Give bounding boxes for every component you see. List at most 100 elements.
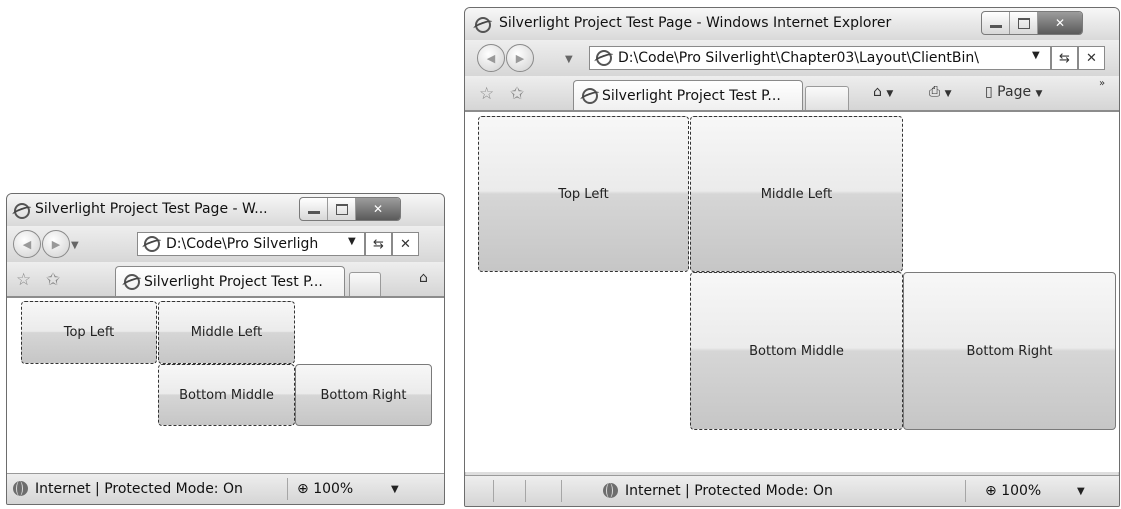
status-separator — [287, 478, 288, 500]
address-dropdown[interactable]: ▼ — [348, 236, 356, 247]
status-bar: Internet | Protected Mode: On ⊕ 100% ▼ — [465, 475, 1119, 506]
grid-cell-bottom-right[interactable]: Bottom Right — [903, 272, 1116, 430]
status-separator — [525, 480, 526, 502]
grid-cell-top-left[interactable]: Top Left — [21, 301, 157, 364]
tab-current[interactable]: Silverlight Project Test P... — [115, 266, 345, 296]
refresh-icon: ⇆ — [1059, 50, 1070, 66]
window-title: Silverlight Project Test Page - W... — [35, 201, 268, 217]
add-favorites-icon[interactable]: ✩ — [510, 84, 524, 104]
grid-cell-middle-left[interactable]: Middle Left — [690, 116, 903, 272]
page-content: Top Left Middle Left Bottom Middle Botto… — [7, 296, 444, 474]
tab-label: Silverlight Project Test P... — [144, 274, 323, 290]
grid-cell-bottom-right[interactable]: Bottom Right — [295, 364, 432, 426]
forward-button[interactable]: ▶ — [506, 44, 534, 72]
zoom-control[interactable]: ⊕ 100% — [985, 483, 1041, 499]
more-commands-chevron[interactable]: » — [1099, 78, 1105, 89]
minimize-button[interactable] — [300, 198, 328, 220]
back-button[interactable]: ◀ — [13, 230, 41, 258]
new-tab-button[interactable] — [805, 86, 849, 110]
address-bar[interactable]: D:\Code\Pro Silverlight\Chapter03\Layout… — [589, 46, 1051, 70]
tab-bar: ☆ ✩ Silverlight Project Test P... ⌂ ▼ ⎙ … — [465, 76, 1119, 110]
back-button[interactable]: ◀ — [477, 44, 505, 72]
back-icon: ◀ — [486, 51, 496, 65]
browser-window-large: Silverlight Project Test Page - Windows … — [464, 7, 1120, 507]
page-content: Top Left Middle Left Bottom Middle Botto… — [465, 110, 1119, 472]
stop-icon: ✕ — [1086, 50, 1097, 66]
ie-icon — [582, 88, 598, 104]
ie-icon — [475, 17, 491, 33]
stop-icon: ✕ — [400, 236, 411, 252]
favorites-star-icon[interactable]: ☆ — [16, 270, 31, 290]
home-icon[interactable]: ⌂ — [419, 270, 428, 286]
home-button[interactable]: ⌂ ▼ — [873, 84, 893, 100]
close-button[interactable]: ✕ — [356, 198, 400, 220]
globe-icon — [603, 483, 618, 498]
add-favorites-icon[interactable]: ✩ — [46, 270, 60, 290]
zoom-icon: ⊕ — [297, 481, 309, 497]
maximize-icon — [1017, 17, 1030, 29]
ie-icon — [596, 50, 612, 66]
refresh-icon: ⇆ — [373, 236, 384, 252]
home-icon: ⌂ — [873, 84, 882, 100]
page-menu-label: Page — [997, 84, 1032, 100]
window-title: Silverlight Project Test Page - Windows … — [499, 15, 892, 31]
ie-icon — [14, 203, 30, 219]
stop-button[interactable]: ✕ — [392, 232, 419, 256]
status-separator — [493, 480, 494, 502]
maximize-button[interactable] — [328, 198, 356, 220]
status-bar: Internet | Protected Mode: On ⊕ 100% ▼ — [7, 473, 444, 504]
favorites-star-icon[interactable]: ☆ — [479, 84, 494, 104]
maximize-icon — [335, 203, 348, 215]
recent-pages-dropdown[interactable]: ▼ — [71, 240, 79, 251]
zoom-dropdown[interactable]: ▼ — [391, 484, 399, 495]
minimize-button[interactable] — [982, 12, 1010, 34]
zoom-icon: ⊕ — [985, 483, 997, 499]
print-button[interactable]: ⎙ ▼ — [929, 84, 952, 100]
forward-icon: ▶ — [51, 237, 61, 251]
stop-button[interactable]: ✕ — [1078, 46, 1105, 70]
navigation-bar: ◀ ▶ ▼ D:\Code\Pro Silverligh ▼ ⇆ ✕ — [7, 226, 444, 262]
grid-cell-middle-left[interactable]: Middle Left — [158, 301, 295, 364]
ie-icon — [124, 274, 140, 290]
address-dropdown[interactable]: ▼ — [1032, 50, 1040, 61]
window-controls: ✕ — [981, 11, 1083, 35]
zoom-level: 100% — [313, 481, 354, 497]
back-icon: ◀ — [22, 237, 32, 251]
zoom-control[interactable]: ⊕ 100% — [297, 481, 353, 497]
grid-cell-bottom-middle[interactable]: Bottom Middle — [690, 272, 903, 430]
status-text: Internet | Protected Mode: On — [35, 481, 243, 497]
close-icon: ✕ — [372, 202, 384, 216]
ie-icon — [144, 236, 160, 252]
grid-cell-top-left[interactable]: Top Left — [478, 116, 689, 272]
title-bar: Silverlight Project Test Page - Windows … — [465, 8, 1119, 40]
refresh-button[interactable]: ⇆ — [1051, 46, 1078, 70]
status-separator — [561, 480, 562, 502]
navigation-bar: ◀ ▶ ▼ D:\Code\Pro Silverlight\Chapter03\… — [465, 40, 1119, 76]
close-icon: ✕ — [1054, 16, 1066, 30]
globe-icon — [13, 481, 28, 496]
maximize-button[interactable] — [1010, 12, 1038, 34]
grid-cell-bottom-middle[interactable]: Bottom Middle — [158, 364, 295, 426]
recent-pages-dropdown[interactable]: ▼ — [565, 54, 573, 65]
status-text: Internet | Protected Mode: On — [625, 483, 833, 499]
zoom-level: 100% — [1001, 483, 1042, 499]
browser-window-small: Silverlight Project Test Page - W... ✕ ◀… — [6, 193, 445, 505]
new-tab-button[interactable] — [349, 272, 381, 296]
minimize-icon — [989, 24, 1002, 28]
address-text: D:\Code\Pro Silverlight\Chapter03\Layout… — [618, 50, 979, 66]
address-bar[interactable]: D:\Code\Pro Silverligh ▼ — [137, 232, 365, 256]
tab-bar: ☆ ✩ Silverlight Project Test P... ⌂ — [7, 262, 444, 296]
window-controls: ✕ — [299, 197, 401, 221]
refresh-button[interactable]: ⇆ — [365, 232, 392, 256]
close-button[interactable]: ✕ — [1038, 12, 1082, 34]
page-icon: ▯ — [985, 84, 993, 100]
forward-icon: ▶ — [515, 51, 525, 65]
page-menu[interactable]: ▯ Page ▼ — [985, 84, 1042, 100]
tab-current[interactable]: Silverlight Project Test P... — [573, 80, 803, 110]
status-separator — [965, 480, 966, 502]
title-bar: Silverlight Project Test Page - W... ✕ — [7, 194, 444, 226]
address-text: D:\Code\Pro Silverligh — [166, 236, 319, 252]
zoom-dropdown[interactable]: ▼ — [1077, 486, 1085, 497]
forward-button[interactable]: ▶ — [42, 230, 70, 258]
minimize-icon — [307, 210, 320, 214]
